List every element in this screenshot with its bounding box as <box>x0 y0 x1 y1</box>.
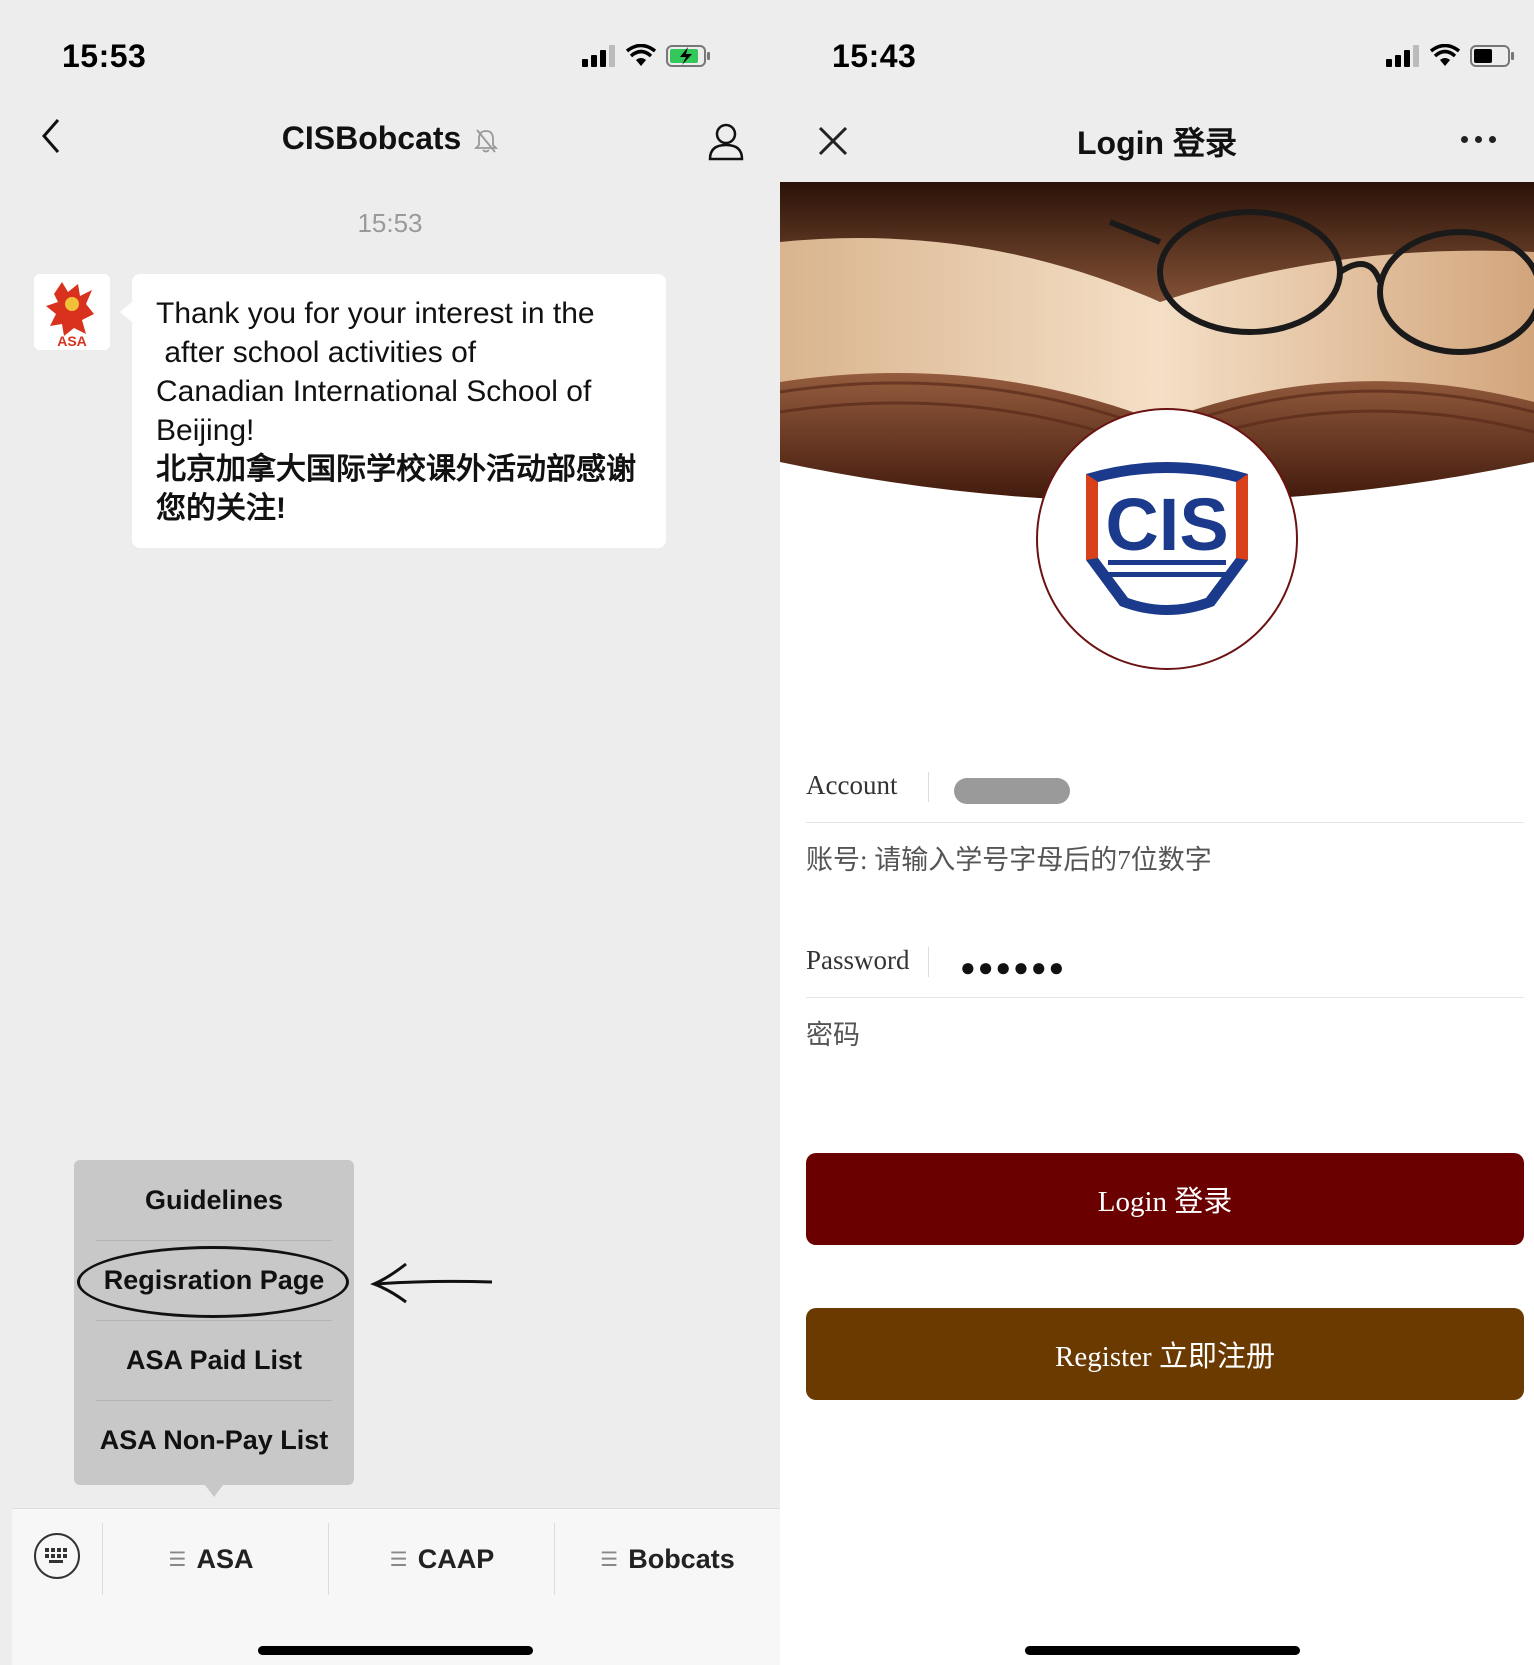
bobcat-mascot-icon: ASA <box>34 274 110 350</box>
message-bubble[interactable]: Thank you for your interest in the after… <box>120 274 666 548</box>
field-divider <box>928 772 929 802</box>
profile-icon[interactable] <box>708 123 744 161</box>
account-label: Account <box>806 770 898 800</box>
login-button[interactable]: Login 登录 <box>806 1153 1524 1245</box>
menu-item-guidelines[interactable]: Guidelines <box>74 1160 354 1240</box>
keyboard-icon <box>45 1548 67 1563</box>
page-title: Login 登录 <box>1077 125 1237 161</box>
status-icons <box>1386 44 1516 68</box>
menu-lines-icon: ☰ <box>389 1548 408 1571</box>
home-indicator[interactable] <box>258 1646 533 1655</box>
account-input-redacted[interactable] <box>954 778 1070 804</box>
sender-avatar[interactable]: ASA <box>34 274 110 350</box>
school-logo: CIS <box>1036 408 1298 670</box>
battery-charging-icon <box>666 45 710 67</box>
field-divider <box>928 947 929 977</box>
cellular-signal-icon <box>582 45 615 67</box>
menu-item-asa-paid-list[interactable]: ASA Paid List <box>74 1320 354 1400</box>
login-screen: 15:43 Login 登录 CIS Account 账号: 请输入学号字母后的… <box>780 0 1534 1665</box>
battery-icon <box>1470 45 1514 67</box>
chat-title: CISBobcats <box>0 120 780 157</box>
tab-label: ASA <box>196 1543 254 1574</box>
logo-text: CIS <box>1105 483 1228 566</box>
status-time: 15:53 <box>62 38 147 74</box>
menu-item-asa-non-pay-list[interactable]: ASA Non-Pay List <box>74 1400 354 1480</box>
message-chinese: 北京加拿大国际学校课外活动部感谢您的关注! <box>156 453 636 525</box>
account-hint: 账号: 请输入学号字母后的7位数字 <box>806 845 1212 875</box>
message-line: Beijing! <box>156 414 255 447</box>
menu-lines-icon: ☰ <box>600 1548 619 1571</box>
wifi-icon <box>1430 44 1460 66</box>
cellular-signal-icon <box>1386 45 1419 67</box>
tab-caap[interactable]: ☰ CAAP <box>329 1509 555 1609</box>
message-line: after school activities of <box>156 336 477 369</box>
menu-bar: ☰ ASA ☰ CAAP ☰ Bobcats <box>12 1508 780 1665</box>
svg-text:ASA: ASA <box>57 333 87 349</box>
status-time: 15:43 <box>832 38 917 74</box>
tab-asa[interactable]: ☰ ASA <box>103 1509 319 1609</box>
cis-shield-icon: CIS <box>1086 462 1248 615</box>
message-line: Thank you for your interest in the <box>156 297 595 330</box>
more-options-icon[interactable] <box>1461 136 1496 143</box>
message-line: Canadian International School of <box>156 375 592 408</box>
status-icons <box>582 44 712 68</box>
annotation-circle <box>77 1246 349 1318</box>
submenu-popup: Guidelines Regisration Page ASA Paid Lis… <box>74 1160 354 1497</box>
annotation-arrow-icon <box>370 1262 493 1304</box>
password-input[interactable]: ●●●●●● <box>960 952 1066 983</box>
register-button[interactable]: Register 立即注册 <box>806 1308 1524 1400</box>
field-underline <box>806 997 1524 998</box>
tab-label: Bobcats <box>628 1543 735 1574</box>
chat-screen: 15:53 CISBobcats 15:53 ASA Thank you for… <box>0 0 780 1665</box>
password-label: Password <box>806 945 910 975</box>
menu-lines-icon: ☰ <box>168 1548 187 1571</box>
tab-label: CAAP <box>417 1543 495 1574</box>
chat-timestamp: 15:53 <box>357 208 423 238</box>
password-hint: 密码 <box>806 1020 860 1050</box>
home-indicator[interactable] <box>1025 1646 1300 1655</box>
wifi-icon <box>626 44 656 66</box>
mute-bell-icon <box>474 128 499 153</box>
chat-title-text: CISBobcats <box>281 120 462 156</box>
tab-bobcats[interactable]: ☰ Bobcats <box>555 1509 780 1609</box>
keyboard-toggle-button[interactable] <box>34 1533 80 1579</box>
field-underline <box>806 822 1524 823</box>
